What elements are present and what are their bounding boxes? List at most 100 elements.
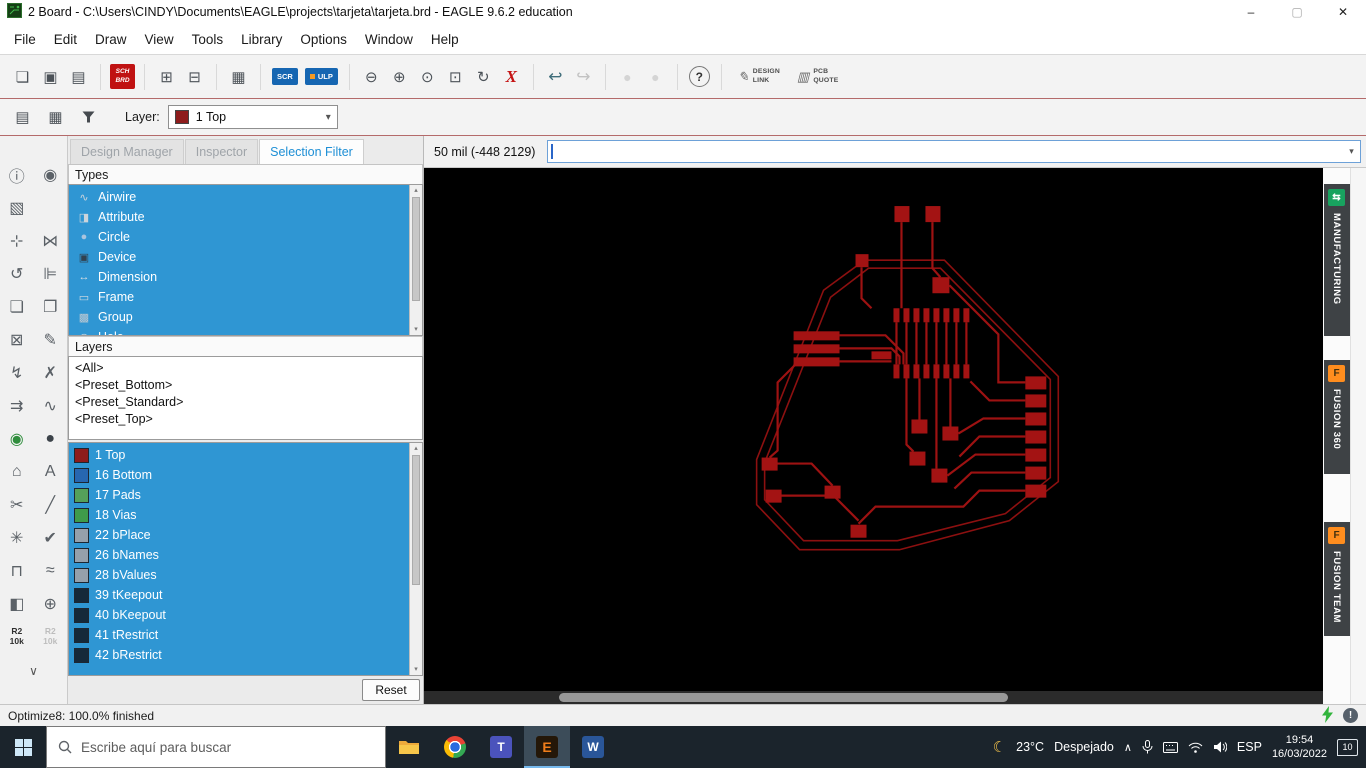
panel-tab[interactable]: Inspector [184,139,259,164]
preset-item[interactable]: <Preset_Bottom> [69,376,422,393]
delete-button[interactable]: ⊠ [0,323,34,356]
drill-button[interactable]: ⊕ [34,587,68,620]
touch-keyboard-icon[interactable] [1162,741,1178,753]
horizontal-scrollbar[interactable] [424,691,1323,704]
taskbar-explorer-button[interactable] [386,726,432,768]
panel-tab[interactable]: Design Manager [70,139,184,164]
miter-button[interactable]: ╱ [34,488,68,521]
run-ulp-button[interactable]: ULP [304,68,338,85]
preset-item[interactable]: <Preset_Standard> [69,393,422,410]
scroll-thumb[interactable] [412,455,420,585]
scroll-up-icon[interactable]: ▴ [410,443,422,454]
schematic-board-toggle-button[interactable]: SCH BRD [110,64,135,89]
zoom-in-button[interactable]: ⊕ [387,64,412,89]
text-button[interactable]: A [34,455,68,488]
taskbar-clock[interactable]: 19:54 16/03/2022 [1272,733,1327,762]
layer-40-bkeepout[interactable]: 40 bKeepout [69,605,408,625]
taskbar-word-button[interactable]: W [570,726,616,768]
group-button[interactable]: ▧ [0,191,34,224]
print-button[interactable]: ▤ [66,64,91,89]
weather-temp[interactable]: 23°C [1016,740,1044,754]
scroll-down-icon[interactable]: ▾ [410,324,422,335]
open-board-button[interactable]: ❏ [10,64,35,89]
mirror-button[interactable]: ⋈ [34,224,68,257]
resistor-value-button[interactable]: R2 10k [0,622,34,652]
alert-icon[interactable]: ! [1343,708,1358,723]
menu-item[interactable]: Library [232,28,291,51]
menu-item[interactable]: Help [422,28,468,51]
layer-16-bottom[interactable]: 16 Bottom [69,465,408,485]
taskbar-teams-button[interactable]: T [478,726,524,768]
tray-expand-button[interactable]: ∧ [1124,741,1132,754]
ratsnest-button[interactable]: ✳ [0,521,34,554]
type-circle[interactable]: ● Circle [69,227,408,247]
taskbar-eagle-button[interactable]: E [524,726,570,768]
layer-42-brestrict[interactable]: 42 bRestrict [69,645,408,665]
circle-button[interactable]: ● [34,422,68,455]
signal-button[interactable]: ≈ [34,554,68,587]
measure-button[interactable]: ⊟ [182,64,207,89]
scroll-down-icon[interactable]: ▾ [410,664,422,675]
restore-button[interactable]: ▢ [1274,0,1320,24]
footprint-button[interactable]: ⊓ [0,554,34,587]
taskbar-search[interactable]: Escribe aquí para buscar [46,726,386,768]
layer-39-tkeepout[interactable]: 39 tKeepout [69,585,408,605]
meander-button[interactable]: ∿ [34,389,68,422]
menu-item[interactable]: Tools [183,28,233,51]
wifi-icon[interactable] [1188,742,1203,753]
preset-item[interactable]: <Preset_Top> [69,410,422,427]
polygon-button[interactable]: ⌂ [0,455,34,488]
pcb-quote-button[interactable]: ▥ PCB QUOTE [797,68,838,86]
start-button[interactable] [0,726,46,768]
record-button[interactable]: ● [615,64,640,89]
type-hole[interactable]: ◎ Hole [69,327,408,335]
design-link-button[interactable]: ✎ DESIGN LINK [738,68,780,86]
layer-41-trestrict[interactable]: 41 tRestrict [69,625,408,645]
stop-command-button[interactable]: X [499,64,524,89]
undo-button[interactable]: ↩ [543,64,568,89]
filter-button[interactable] [76,105,101,130]
reset-button[interactable]: Reset [362,679,420,701]
type-airwire[interactable]: ∿ Airwire [69,187,408,207]
preset-item[interactable]: <All> [69,359,422,376]
zoom-fit-button[interactable]: ⊙ [415,64,440,89]
paste-button[interactable]: ❐ [34,290,68,323]
weather-moon-icon[interactable]: ☾ [993,738,1006,756]
ripup-button[interactable]: ✗ [34,356,68,389]
route-button[interactable]: ↯ [0,356,34,389]
grid-settings-button[interactable]: ⊞ [154,64,179,89]
fusion-team-button[interactable]: F FUSION TEAM [1323,522,1350,636]
language-indicator[interactable]: ESP [1237,740,1262,754]
command-dropdown-button[interactable]: ▾ [1343,141,1360,162]
panel-tab[interactable]: Selection Filter [259,139,364,164]
type-dimension[interactable]: ↔ Dimension [69,267,408,287]
run-script-button[interactable]: SCR [272,68,298,85]
minimize-button[interactable]: – [1228,0,1274,24]
zoom-out-button[interactable]: ⊖ [359,64,384,89]
grid-button[interactable]: ▦ [43,105,68,130]
board-canvas[interactable] [424,168,1323,704]
more-tools-button[interactable]: ∨ [0,664,67,678]
zoom-select-button[interactable]: ⊡ [443,64,468,89]
drc-button[interactable]: ✔ [34,521,68,554]
manufacturing-button[interactable]: ⇆ MANUFACTURING [1323,184,1350,336]
pcb-layout[interactable] [424,168,1323,691]
diffpair-button[interactable]: ⇉ [0,389,34,422]
zoom-redraw-button[interactable]: ↻ [471,64,496,89]
layer-1-top[interactable]: 1 Top [69,445,408,465]
close-button[interactable]: ✕ [1320,0,1366,24]
library-button[interactable]: ▦ [226,64,251,89]
layer-17-pads[interactable]: 17 Pads [69,485,408,505]
menu-item[interactable]: File [5,28,45,51]
resistor-value-alt-button[interactable]: R2 10k [34,622,68,652]
via-button[interactable]: ◉ [0,422,34,455]
weather-desc[interactable]: Despejado [1054,740,1114,754]
layer-28-bvalues[interactable]: 28 bValues [69,565,408,585]
split-button[interactable]: ✂ [0,488,34,521]
type-group[interactable]: ▩ Group [69,307,408,327]
microphone-icon[interactable] [1142,740,1153,754]
menu-item[interactable]: View [136,28,183,51]
volume-icon[interactable] [1213,741,1227,753]
notification-icon[interactable]: 10 [1337,738,1358,756]
layer-18-vias[interactable]: 18 Vias [69,505,408,525]
